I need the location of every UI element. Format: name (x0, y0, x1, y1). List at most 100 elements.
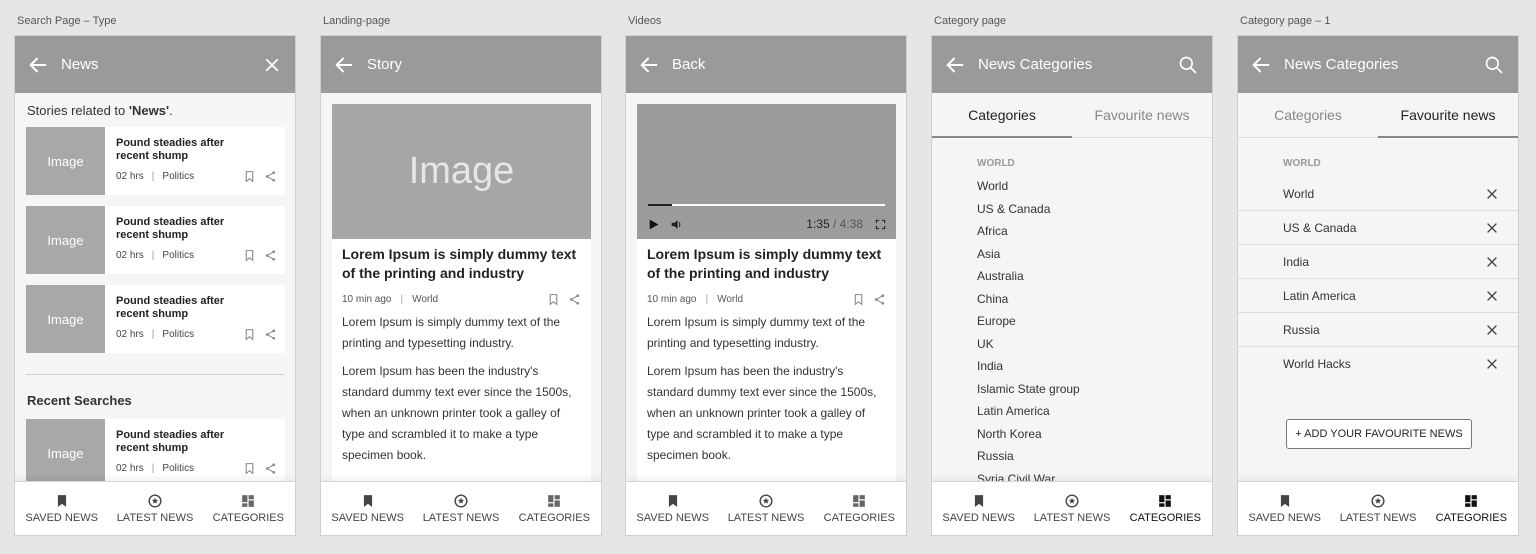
nav-saved-news[interactable]: SAVED NEWS (626, 482, 719, 535)
bookmark-icon[interactable] (243, 462, 256, 475)
back-arrow-icon[interactable] (333, 54, 355, 76)
tab-favourite-news[interactable]: Favourite news (1378, 93, 1518, 138)
category-tabs: Categories Favourite news (1238, 93, 1518, 138)
category-item[interactable]: China (977, 291, 1212, 314)
tab-categories[interactable]: Categories (1238, 93, 1378, 137)
share-icon[interactable] (264, 328, 277, 341)
search-result-card[interactable]: Image Pound steadies after recent shump … (26, 127, 285, 195)
nav-categories[interactable]: CATEGORIES (508, 482, 601, 535)
app-bar-title: News Categories (1284, 56, 1399, 73)
tab-categories[interactable]: Categories (932, 93, 1072, 138)
close-icon[interactable] (263, 56, 281, 74)
remove-icon[interactable] (1486, 188, 1498, 200)
video-player[interactable]: 1:35 / 4:38 (637, 104, 896, 239)
nav-latest-news[interactable]: LATEST NEWS (719, 482, 812, 535)
bookmark-icon (666, 494, 680, 508)
result-tag[interactable]: Politics (162, 329, 194, 340)
favourite-label: US & Canada (1283, 220, 1357, 235)
article-tag[interactable]: World (717, 294, 743, 305)
search-result-card[interactable]: Image Pound steadies after recent shump … (26, 206, 285, 274)
favourite-label: India (1283, 254, 1310, 269)
article-tag[interactable]: World (412, 294, 438, 305)
favourite-item[interactable]: World (1238, 177, 1518, 211)
nav-saved-news[interactable]: SAVED NEWS (321, 482, 414, 535)
category-item[interactable]: Australia (977, 268, 1212, 291)
category-item[interactable]: North Korea (977, 426, 1212, 449)
video-progress-track[interactable] (648, 204, 885, 206)
nav-categories[interactable]: CATEGORIES (1425, 482, 1518, 535)
category-item[interactable]: Asia (977, 246, 1212, 269)
search-icon[interactable] (1178, 55, 1198, 75)
nav-label: LATEST NEWS (422, 511, 500, 524)
nav-saved-news[interactable]: SAVED NEWS (15, 482, 108, 535)
bottom-navigation: SAVED NEWS LATEST NEWS CATEGORIES (1238, 481, 1518, 535)
category-item[interactable]: World (977, 178, 1212, 201)
result-title[interactable]: Pound steadies after recent shump (116, 216, 255, 242)
nav-categories[interactable]: CATEGORIES (1119, 482, 1212, 535)
share-icon[interactable] (264, 462, 277, 475)
grid-icon (547, 494, 561, 508)
nav-latest-news[interactable]: LATEST NEWS (1025, 482, 1118, 535)
frame-label-landing: Landing-page (323, 15, 391, 27)
back-arrow-icon[interactable] (944, 54, 966, 76)
bookmark-icon[interactable] (547, 293, 560, 306)
result-title[interactable]: Pound steadies after recent shump (116, 295, 255, 321)
share-icon[interactable] (264, 249, 277, 262)
favourite-label: World (1283, 186, 1315, 201)
nav-categories[interactable]: CATEGORIES (813, 482, 906, 535)
play-icon[interactable] (647, 218, 660, 231)
nav-latest-news[interactable]: LATEST NEWS (414, 482, 507, 535)
remove-icon[interactable] (1486, 290, 1498, 302)
video-time: 1:35 / 4:38 (806, 217, 863, 231)
fullscreen-icon[interactable] (875, 219, 886, 230)
remove-icon[interactable] (1486, 324, 1498, 336)
remove-icon[interactable] (1486, 358, 1498, 370)
tab-favourite-news[interactable]: Favourite news (1072, 93, 1212, 137)
result-tag[interactable]: Politics (162, 250, 194, 261)
favourite-item[interactable]: World Hacks (1238, 347, 1518, 381)
remove-icon[interactable] (1486, 256, 1498, 268)
volume-icon[interactable] (670, 218, 683, 231)
bookmark-icon[interactable] (243, 170, 256, 183)
search-result-card[interactable]: Image Pound steadies after recent shump … (26, 285, 285, 353)
nav-saved-news[interactable]: SAVED NEWS (932, 482, 1025, 535)
article-card: 1:35 / 4:38 Lorem Ipsum is simply dummy … (637, 104, 896, 482)
add-favourite-news-button[interactable]: + ADD YOUR FAVOURITE NEWS (1286, 419, 1472, 449)
bookmark-icon[interactable] (852, 293, 865, 306)
nav-categories[interactable]: CATEGORIES (202, 482, 295, 535)
category-item[interactable]: UK (977, 336, 1212, 359)
category-item[interactable]: Latin America (977, 403, 1212, 426)
result-tag[interactable]: Politics (162, 463, 194, 474)
bookmark-icon[interactable] (243, 328, 256, 341)
article-card: Image Lorem Ipsum is simply dummy text o… (332, 104, 591, 482)
result-title[interactable]: Pound steadies after recent shump (116, 137, 255, 163)
back-arrow-icon[interactable] (27, 54, 49, 76)
nav-latest-news[interactable]: LATEST NEWS (108, 482, 201, 535)
nav-saved-news[interactable]: SAVED NEWS (1238, 482, 1331, 535)
favourite-item[interactable]: India (1238, 245, 1518, 279)
search-icon[interactable] (1484, 55, 1504, 75)
category-item[interactable]: Islamic State group (977, 381, 1212, 404)
category-item[interactable]: Europe (977, 313, 1212, 336)
category-item[interactable]: Africa (977, 223, 1212, 246)
image-placeholder: Image (26, 127, 105, 195)
share-icon[interactable] (568, 293, 581, 306)
nav-latest-news[interactable]: LATEST NEWS (1331, 482, 1424, 535)
favourite-item[interactable]: Russia (1238, 313, 1518, 347)
back-arrow-icon[interactable] (1250, 54, 1272, 76)
nav-label: CATEGORIES (518, 511, 590, 524)
back-arrow-icon[interactable] (638, 54, 660, 76)
bookmark-icon[interactable] (243, 249, 256, 262)
share-icon[interactable] (873, 293, 886, 306)
section-divider (26, 374, 284, 375)
favourite-item[interactable]: US & Canada (1238, 211, 1518, 245)
category-item[interactable]: US & Canada (977, 201, 1212, 224)
category-item[interactable]: India (977, 358, 1212, 381)
category-item[interactable]: Russia (977, 448, 1212, 471)
recent-search-card[interactable]: Image Pound steadies after recent shump … (26, 419, 285, 482)
result-tag[interactable]: Politics (162, 171, 194, 182)
share-icon[interactable] (264, 170, 277, 183)
favourite-item[interactable]: Latin America (1238, 279, 1518, 313)
remove-icon[interactable] (1486, 222, 1498, 234)
result-title[interactable]: Pound steadies after recent shump (116, 429, 255, 455)
